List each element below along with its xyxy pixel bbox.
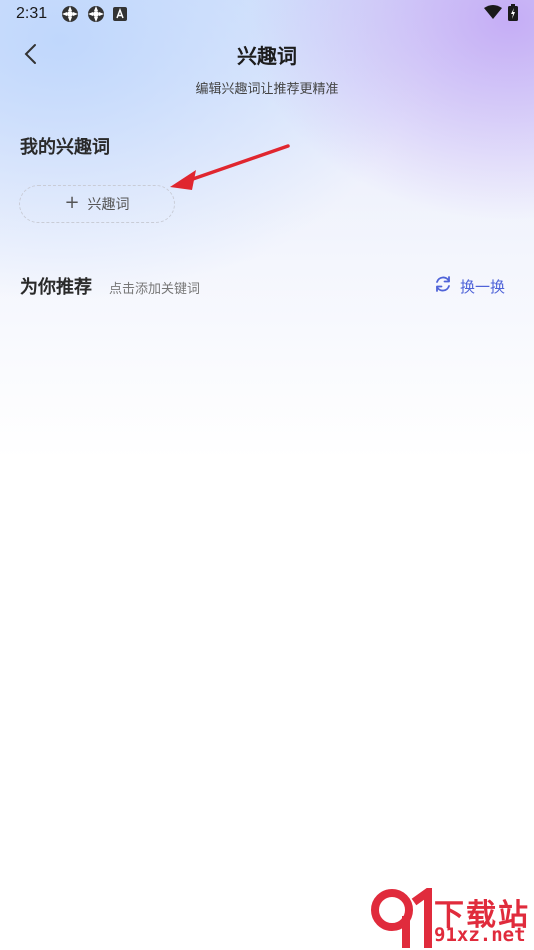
settings-flower-icon <box>61 5 79 23</box>
refresh-icon <box>434 275 452 297</box>
annotation-arrow <box>170 144 290 190</box>
header-gradient-background <box>0 0 534 460</box>
status-time: 2:31 <box>16 5 48 22</box>
status-bar: 2:31 <box>0 0 534 28</box>
page-subtitle: 编辑兴趣词让推荐更精准 <box>195 82 339 97</box>
watermark-logo-icon <box>371 888 432 948</box>
page-title: 兴趣词 <box>237 44 297 68</box>
refresh-button[interactable]: 换一换 <box>434 275 505 297</box>
recommend-title: 为你推荐 <box>20 277 92 298</box>
watermark-url: 91xz.net <box>434 924 526 946</box>
refresh-label: 换一换 <box>460 277 506 296</box>
settings-flower-icon <box>87 5 105 23</box>
add-interest-label: 兴趣词 <box>87 197 130 213</box>
notification-a-icon <box>113 7 128 21</box>
add-interest-button[interactable]: + 兴趣词 <box>19 185 175 223</box>
my-interests-title: 我的兴趣词 <box>20 137 110 158</box>
plus-icon: + <box>64 192 80 213</box>
watermark: 下载站 91xz.net <box>370 888 534 950</box>
wifi-icon <box>484 5 502 23</box>
battery-charging-icon <box>508 3 518 25</box>
recommend-hint: 点击添加关键词 <box>109 282 201 297</box>
